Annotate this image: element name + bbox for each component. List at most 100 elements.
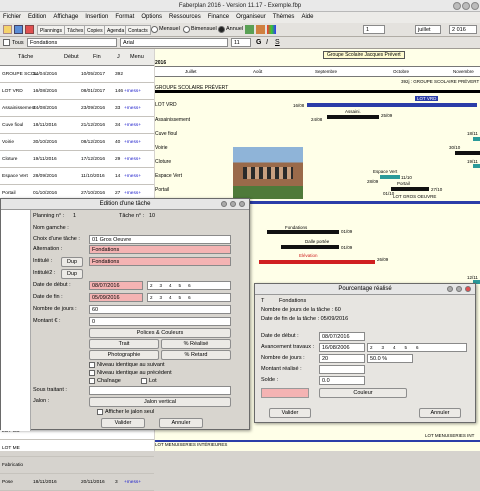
- col-menu[interactable]: Menu: [130, 52, 144, 62]
- table-row[interactable]: Espace Vert 28/09/2016 11/10/2016 14 +mess+: [0, 168, 154, 185]
- alternation-field[interactable]: Fondations: [89, 245, 231, 254]
- dialog-minimize-button[interactable]: [221, 201, 227, 207]
- menu-format[interactable]: Format: [115, 14, 134, 20]
- gantt-bar[interactable]: [155, 90, 480, 93]
- print-icon[interactable]: [25, 25, 34, 34]
- month-select[interactable]: juillet: [415, 25, 441, 34]
- table-row[interactable]: LOT ME: [0, 440, 154, 457]
- cell-menu[interactable]: +mess+: [124, 474, 141, 490]
- gantt-bar[interactable]: [259, 260, 375, 264]
- validate-button[interactable]: Valider: [269, 408, 311, 418]
- close-button[interactable]: [471, 2, 479, 10]
- start-date-input[interactable]: 08/07/2016: [89, 281, 143, 290]
- week-num[interactable]: 3: [160, 295, 170, 300]
- table-row[interactable]: Pose 18/11/2016 20/11/2016 3 +mess+: [0, 474, 154, 491]
- intitule-field[interactable]: Fondations: [89, 257, 231, 266]
- menu-insertion[interactable]: Insertion: [85, 14, 108, 20]
- gantt-bar[interactable]: [473, 137, 480, 141]
- week-picker[interactable]: 23456: [147, 281, 231, 290]
- menu-affichage[interactable]: Affichage: [53, 14, 78, 20]
- week-picker[interactable]: 23456: [367, 343, 467, 352]
- color-icon[interactable]: [245, 25, 254, 34]
- days-input[interactable]: 60: [89, 305, 231, 314]
- dup2-button[interactable]: Dup: [61, 269, 83, 279]
- dup-button[interactable]: Dup: [61, 257, 83, 267]
- menu-options[interactable]: Options: [141, 14, 162, 20]
- photo-button[interactable]: Photographie: [89, 350, 159, 360]
- trait-button[interactable]: Trait: [89, 339, 159, 349]
- tous-checkbox[interactable]: [3, 39, 10, 46]
- zoom-input[interactable]: 1: [363, 25, 385, 34]
- prev-level-checkbox[interactable]: [89, 370, 95, 376]
- dialog-close-button[interactable]: [239, 201, 245, 207]
- retard-button[interactable]: % Retard: [161, 350, 231, 360]
- table-row[interactable]: Cuve fioul 18/11/2016 21/12/2016 34 +mess+: [0, 117, 154, 134]
- table-row[interactable]: Fabricatio: [0, 457, 154, 474]
- week-num[interactable]: 6: [188, 295, 198, 300]
- table-row[interactable]: LOT VRD 16/08/2016 08/01/2017 146 +mess+: [0, 83, 154, 100]
- dialog-close-button[interactable]: [465, 286, 471, 292]
- cell-menu[interactable]: +mess+: [124, 168, 141, 184]
- advance-date-input[interactable]: 16/08/2006: [319, 343, 365, 352]
- gantt-bar[interactable]: [380, 175, 400, 179]
- end-date-input[interactable]: 05/09/2016: [89, 293, 143, 302]
- filter-input[interactable]: Fondations: [27, 38, 117, 47]
- week-num[interactable]: 5: [179, 283, 189, 288]
- underline-icon[interactable]: S: [275, 39, 280, 46]
- tab-plannings[interactable]: Plannings: [37, 25, 65, 35]
- color-swatch[interactable]: [261, 388, 309, 398]
- police-button[interactable]: Polices & Couleurs: [89, 328, 231, 338]
- col-start[interactable]: Début: [64, 52, 79, 62]
- gantt-bar[interactable]: [307, 103, 477, 107]
- gantt-bar[interactable]: [327, 115, 379, 119]
- save-icon[interactable]: [14, 25, 23, 34]
- week-num[interactable]: 4: [169, 295, 179, 300]
- menu-edition[interactable]: Edition: [28, 14, 46, 20]
- tab-agenda[interactable]: Agenda: [104, 25, 128, 35]
- maximize-button[interactable]: [462, 2, 470, 10]
- folder-icon[interactable]: [3, 25, 12, 34]
- pencil-icon[interactable]: [256, 25, 265, 34]
- validate-button[interactable]: Valider: [101, 418, 145, 428]
- gantt-bar[interactable]: [267, 230, 339, 234]
- jalon-checkbox[interactable]: [97, 409, 103, 415]
- week-num[interactable]: 2: [150, 295, 160, 300]
- menu-organiseur[interactable]: Organiseur: [236, 14, 266, 20]
- col-task[interactable]: Tâche: [18, 52, 33, 62]
- parent-select[interactable]: 01 Gros Oeuvre: [89, 235, 231, 244]
- gantt-bar[interactable]: [455, 151, 480, 155]
- gantt-bar[interactable]: [391, 187, 429, 191]
- chain-checkbox[interactable]: [89, 378, 95, 384]
- cell-menu[interactable]: +mess+: [124, 151, 141, 167]
- table-row[interactable]: Assainissement 24/08/2016 23/09/2016 33 +mes…: [0, 100, 154, 117]
- cancel-button[interactable]: Annuler: [159, 418, 203, 428]
- subtrait-select[interactable]: [89, 386, 231, 395]
- italic-icon[interactable]: I: [266, 39, 268, 46]
- week-num[interactable]: 4: [169, 283, 179, 288]
- week-num[interactable]: 2: [150, 283, 160, 288]
- amount-input[interactable]: 0: [89, 317, 231, 326]
- week-picker[interactable]: 23456: [147, 293, 231, 302]
- size-select[interactable]: 11: [231, 38, 251, 47]
- bold-icon[interactable]: G: [256, 39, 261, 46]
- radio-bimensuel[interactable]: [183, 26, 190, 33]
- cell-menu[interactable]: +mess+: [124, 83, 141, 99]
- lot-checkbox[interactable]: [141, 378, 147, 384]
- table-row[interactable]: GROUPE SCOL. 14/04/2016 10/05/2017 392: [0, 66, 154, 83]
- cell-menu[interactable]: +mess+: [124, 134, 141, 150]
- menu-fichier[interactable]: Fichier: [3, 14, 21, 20]
- radio-annuel[interactable]: [218, 26, 225, 33]
- year-input[interactable]: 2 016: [449, 25, 477, 34]
- amount-input[interactable]: [319, 365, 365, 374]
- tab-copies[interactable]: Copies: [84, 25, 106, 35]
- radio-mensuel[interactable]: [151, 26, 158, 33]
- cell-menu[interactable]: +mess+: [124, 117, 141, 133]
- solde-input[interactable]: 0.0: [319, 376, 365, 385]
- start-date-input[interactable]: 08/07/2016: [319, 332, 365, 341]
- gantt-bar[interactable]: [473, 164, 480, 168]
- menu-aide[interactable]: Aide: [301, 14, 313, 20]
- table-row[interactable]: Voirie 30/10/2016 08/12/2016 40 +mess+: [0, 134, 154, 151]
- week-num[interactable]: 3: [160, 283, 170, 288]
- dialog-maximize-button[interactable]: [230, 201, 236, 207]
- minimize-button[interactable]: [453, 2, 461, 10]
